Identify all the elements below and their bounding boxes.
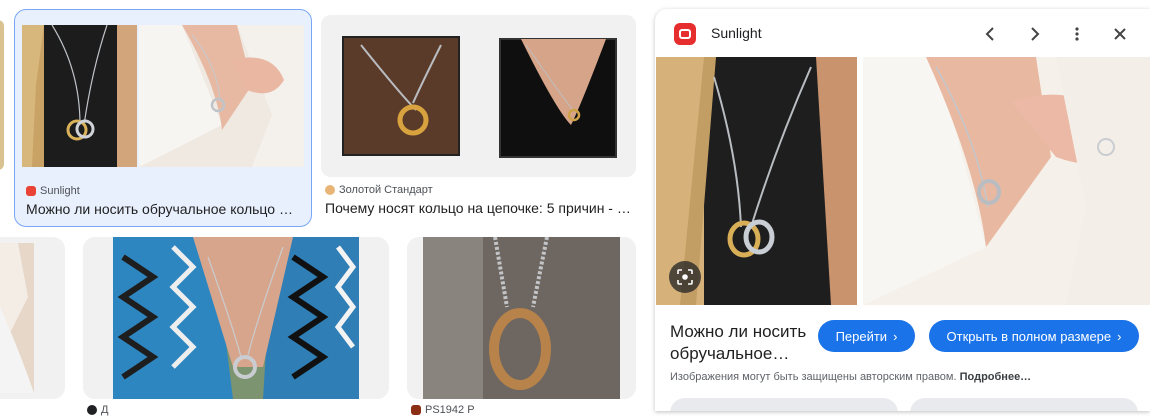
chevron-right-icon: ›	[893, 328, 898, 344]
open-fullsize-label: Открыть в полном размере	[946, 328, 1112, 344]
bottom-action-button[interactable]	[910, 398, 1138, 411]
result-thumbnail[interactable]	[22, 25, 304, 167]
result-thumbnail[interactable]	[83, 237, 389, 399]
result-source-name: Sunlight	[40, 185, 80, 197]
result-source-name: PS1942 Р	[425, 404, 475, 416]
forward-chevron-icon[interactable]	[1018, 18, 1050, 50]
preview-image[interactable]	[656, 57, 1150, 305]
result-source: Sunlight	[26, 185, 80, 197]
site-name[interactable]: Sunlight	[711, 25, 762, 41]
result-title[interactable]: Почему носят кольцо на цепочке: 5 причин…	[325, 200, 633, 216]
result-thumbnail[interactable]	[321, 15, 636, 177]
result-card-zolotoy-standart[interactable]: Золотой Стандарт Почему носят кольцо на …	[321, 9, 637, 225]
source-favicon-icon	[411, 405, 421, 415]
back-chevron-icon[interactable]	[975, 18, 1007, 50]
result-source-partial: PS1942 Р	[411, 404, 475, 416]
result-thumbnail-partial[interactable]	[0, 237, 65, 399]
more-vert-icon[interactable]	[1061, 18, 1093, 50]
result-title[interactable]: Можно ли носить обручальное кольцо на це…	[26, 201, 300, 217]
open-fullsize-button[interactable]: Открыть в полном размере ›	[929, 320, 1139, 352]
visit-button-label: Перейти	[835, 328, 888, 344]
close-icon[interactable]	[1104, 18, 1136, 50]
preview-heading-line1: Можно ли носить	[670, 322, 807, 341]
source-favicon-icon	[87, 405, 97, 415]
result-source-partial: Д	[87, 404, 108, 416]
result-thumbnail[interactable]	[407, 237, 636, 399]
visit-button[interactable]: Перейти ›	[818, 320, 915, 352]
zolotoy-favicon-icon	[325, 185, 335, 195]
result-source: Золотой Стандарт	[325, 184, 433, 196]
sunlight-favicon-icon	[26, 186, 36, 196]
chevron-right-icon: ›	[1117, 328, 1122, 344]
more-link[interactable]: Подробнее…	[960, 371, 1032, 383]
image-preview-panel: Sunlight Можно ли носить обручальное… Пе…	[655, 9, 1150, 411]
result-card-sunlight[interactable]: Sunlight Можно ли носить обручальное кол…	[14, 9, 312, 227]
copyright-text: Изображения могут быть защищены авторски…	[670, 371, 957, 383]
result-source-name: Д	[101, 404, 109, 416]
bottom-action-button[interactable]	[670, 398, 898, 411]
copyright-notice: Изображения могут быть защищены авторски…	[670, 371, 1031, 383]
result-thumbnail-partial[interactable]	[0, 20, 4, 170]
preview-heading[interactable]: Можно ли носить обручальное…	[670, 321, 806, 365]
result-source-name: Золотой Стандарт	[339, 184, 433, 196]
lens-icon[interactable]	[669, 261, 701, 293]
preview-heading-line2: обручальное…	[670, 344, 790, 363]
site-logo-icon	[674, 23, 696, 45]
